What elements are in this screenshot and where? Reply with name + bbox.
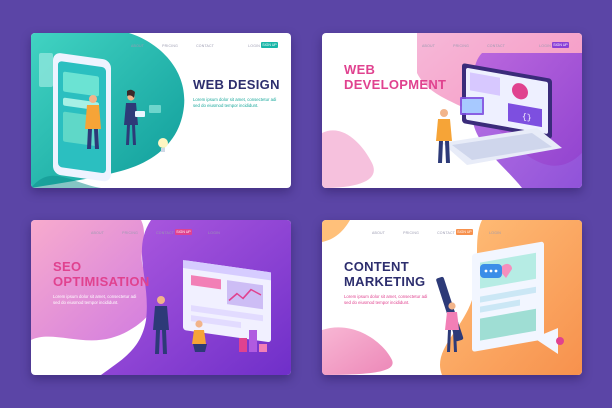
nav-contact[interactable]: CONTACT bbox=[487, 44, 505, 48]
nav-pricing[interactable]: PRICING bbox=[403, 231, 419, 235]
nav-pricing[interactable]: PRICING bbox=[122, 231, 138, 235]
card-title: WEB DESIGN bbox=[193, 77, 280, 92]
signup-button[interactable]: SIGN UP bbox=[552, 42, 569, 48]
description-line-2: sed do eiusmod tempor incididunt. bbox=[344, 300, 410, 306]
signup-button[interactable]: SIGN UP bbox=[175, 229, 192, 235]
title-line-2: MARKETING bbox=[344, 273, 426, 289]
card-title: CONTENT MARKETING bbox=[344, 259, 426, 290]
web-development-card[interactable]: {} ABOUT PRICING CONTACT LOGIN SIGN UP W… bbox=[322, 33, 582, 188]
card-title: SEO OPTIMISATION bbox=[53, 259, 150, 290]
card-description: Lorem ipsum dolor sit amet, consectetur … bbox=[193, 97, 285, 109]
nav-contact[interactable]: CONTACT bbox=[156, 231, 174, 235]
nav-about[interactable]: ABOUT bbox=[422, 44, 435, 48]
web-design-card[interactable]: ABOUT PRICING CONTACT LOGIN SIGN UP WEB … bbox=[31, 33, 291, 188]
nav-login[interactable]: LOGIN bbox=[248, 44, 260, 48]
nav-about[interactable]: ABOUT bbox=[372, 231, 385, 235]
title-line-2: DEVELOPMENT bbox=[344, 76, 447, 92]
card-description: Lorem ipsum dolor sit amet, consectetur … bbox=[53, 294, 145, 306]
content-marketing-card[interactable]: ABOUT PRICING CONTACT LOGIN SIGN UP CONT… bbox=[322, 220, 582, 375]
description-line-2: sed do eiusmod tempor incididunt. bbox=[344, 103, 410, 109]
signup-button[interactable]: SIGN UP bbox=[456, 229, 473, 235]
web-development-illustration: {} bbox=[322, 33, 582, 188]
top-nav: ABOUT PRICING CONTACT LOGIN bbox=[422, 44, 551, 48]
top-nav: ABOUT PRICING CONTACT LOGIN bbox=[91, 231, 220, 235]
nav-pricing[interactable]: PRICING bbox=[162, 44, 178, 48]
title-line-1: CONTENT bbox=[344, 259, 409, 274]
top-nav: ABOUT PRICING CONTACT LOGIN bbox=[131, 44, 260, 48]
nav-login[interactable]: LOGIN bbox=[539, 44, 551, 48]
description-line-2: sed do eiusmod tempor incididunt. bbox=[193, 103, 259, 109]
nav-contact[interactable]: CONTACT bbox=[437, 231, 455, 235]
web-design-illustration bbox=[31, 33, 185, 188]
seo-optimisation-card[interactable]: ABOUT PRICING CONTACT LOGIN SIGN UP SEO … bbox=[31, 220, 291, 375]
card-title: WEB DEVELOPMENT bbox=[344, 62, 447, 93]
nav-about[interactable]: ABOUT bbox=[91, 231, 104, 235]
nav-login[interactable]: LOGIN bbox=[208, 231, 220, 235]
nav-about[interactable]: ABOUT bbox=[131, 44, 144, 48]
card-description: Lorem ipsum dolor sit amet, consectetur … bbox=[344, 97, 436, 109]
card-description: Lorem ipsum dolor sit amet, consectetur … bbox=[344, 294, 436, 306]
top-nav: ABOUT PRICING CONTACT LOGIN bbox=[372, 231, 501, 235]
title-line-1: WEB bbox=[344, 62, 376, 77]
nav-pricing[interactable]: PRICING bbox=[453, 44, 469, 48]
nav-login[interactable]: LOGIN bbox=[489, 231, 501, 235]
description-line-2: sed do eiusmod tempor incididunt. bbox=[53, 300, 119, 306]
svg-text:{}: {} bbox=[522, 113, 532, 124]
nav-contact[interactable]: CONTACT bbox=[196, 44, 214, 48]
title-line-1: SEO bbox=[53, 259, 82, 274]
signup-button[interactable]: SIGN UP bbox=[261, 42, 278, 48]
title-line-2: OPTIMISATION bbox=[53, 273, 150, 289]
